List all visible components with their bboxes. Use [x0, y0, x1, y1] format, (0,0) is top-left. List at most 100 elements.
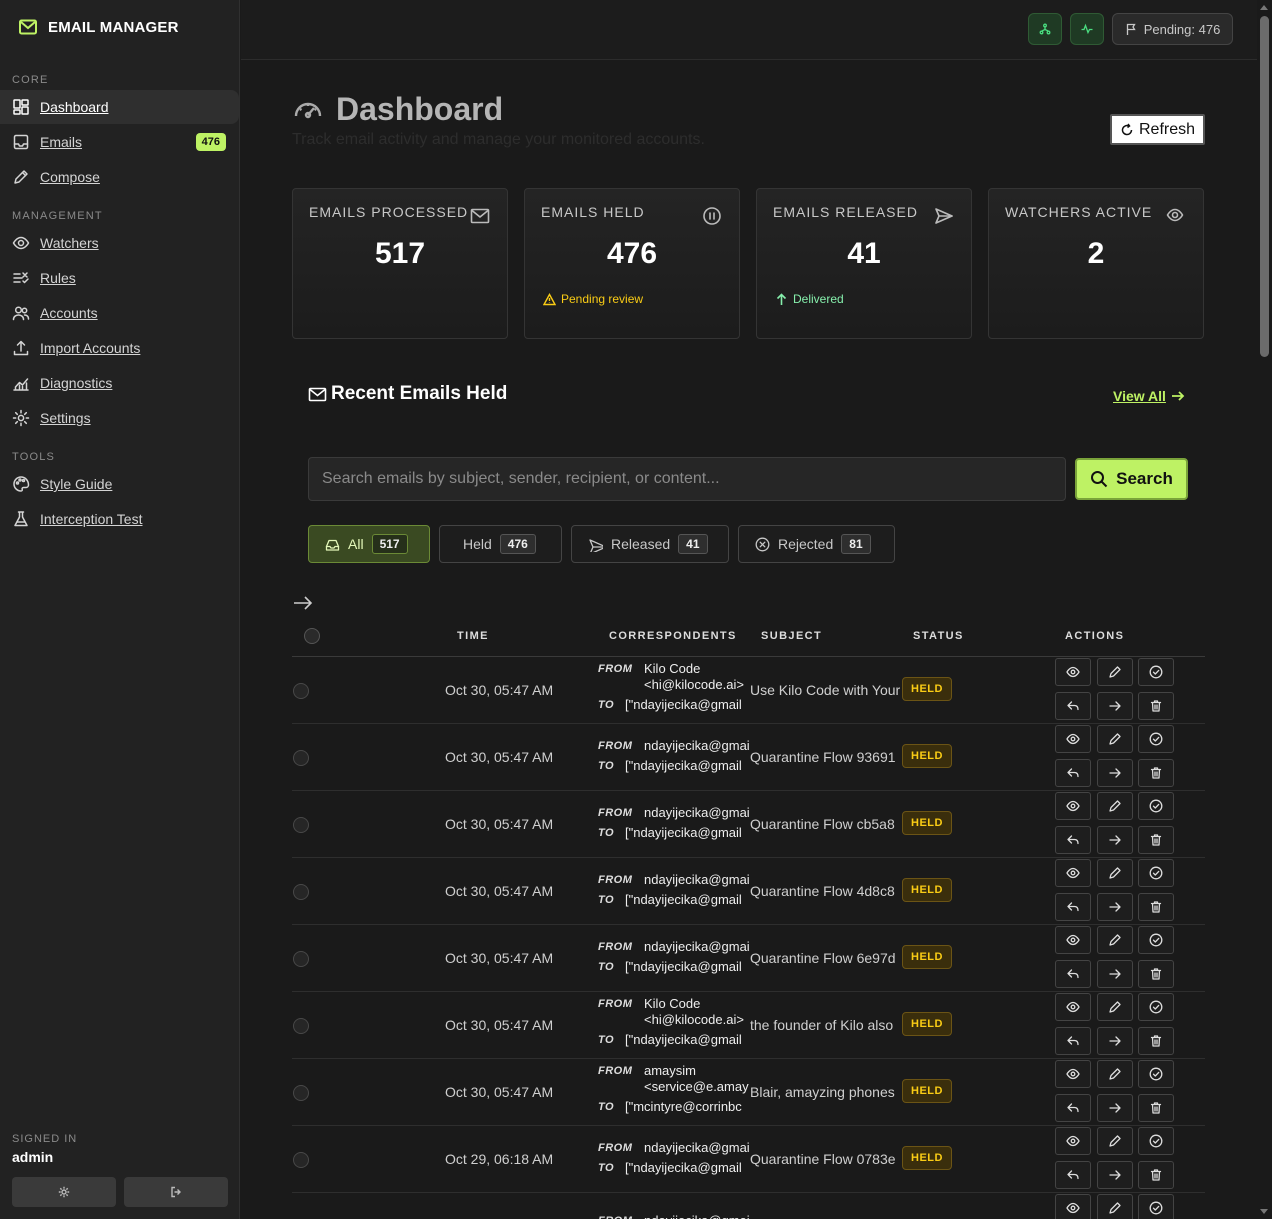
row-subject[interactable]: Quarantine Flow 6e97d: [750, 950, 902, 966]
sidebar-item-compose[interactable]: Compose: [0, 160, 239, 194]
delete-button[interactable]: [1138, 692, 1174, 720]
scrollbar[interactable]: [1257, 0, 1272, 1219]
view-button[interactable]: [1055, 658, 1091, 686]
edit-button[interactable]: [1097, 725, 1133, 753]
scroll-up-arrow[interactable]: [1260, 5, 1268, 10]
row-subject[interactable]: Quarantine Flow 4d8c8: [750, 883, 902, 899]
sidebar-item-settings[interactable]: Settings: [0, 401, 239, 435]
pending-button[interactable]: Pending: 476: [1112, 13, 1233, 45]
forward-button[interactable]: [1097, 893, 1133, 921]
edit-button[interactable]: [1097, 859, 1133, 887]
table-row[interactable]: Oct 30, 05:47 AM FROM Kilo Code <hi@kilocod…: [292, 992, 1205, 1059]
view-all-link[interactable]: View All: [1113, 388, 1186, 404]
row-checkbox[interactable]: [293, 750, 309, 766]
reply-button[interactable]: [1055, 692, 1091, 720]
sidebar-item-diagnostics[interactable]: Diagnostics: [0, 366, 239, 400]
approve-button[interactable]: [1138, 1127, 1174, 1155]
filter-all[interactable]: All 517: [308, 525, 430, 563]
row-subject[interactable]: Use Kilo Code with Your: [750, 682, 902, 698]
sidebar-item-import-accounts[interactable]: Import Accounts: [0, 331, 239, 365]
search-button[interactable]: Search: [1075, 458, 1188, 500]
filter-released[interactable]: Released 41: [571, 525, 729, 563]
logout-button[interactable]: [124, 1177, 228, 1207]
network-status-button[interactable]: [1028, 13, 1062, 45]
reply-button[interactable]: [1055, 1161, 1091, 1189]
row-subject[interactable]: Quarantine Flow 93691: [750, 749, 902, 765]
table-row[interactable]: Oct 30, 05:47 AM FROM ndayijecika@gmail TO […: [292, 791, 1205, 858]
reply-button[interactable]: [1055, 826, 1091, 854]
reply-button[interactable]: [1055, 759, 1091, 787]
filter-held[interactable]: Held 476: [439, 525, 562, 563]
reply-button[interactable]: [1055, 1094, 1091, 1122]
reply-button[interactable]: [1055, 1027, 1091, 1055]
sidebar-item-rules[interactable]: Rules: [0, 261, 239, 295]
approve-button[interactable]: [1138, 725, 1174, 753]
reply-button[interactable]: [1055, 960, 1091, 988]
sidebar-item-dashboard[interactable]: Dashboard: [0, 90, 239, 124]
forward-button[interactable]: [1097, 1027, 1133, 1055]
edit-button[interactable]: [1097, 1194, 1133, 1219]
row-subject[interactable]: Quarantine Flow 0783e: [750, 1151, 902, 1167]
row-checkbox[interactable]: [293, 1152, 309, 1168]
sidebar-item-emails[interactable]: Emails 476: [0, 125, 239, 159]
reply-button[interactable]: [1055, 893, 1091, 921]
settings-button[interactable]: [12, 1177, 116, 1207]
forward-button[interactable]: [1097, 1094, 1133, 1122]
approve-button[interactable]: [1138, 859, 1174, 887]
delete-button[interactable]: [1138, 893, 1174, 921]
delete-button[interactable]: [1138, 960, 1174, 988]
forward-button[interactable]: [1097, 1161, 1133, 1189]
view-button[interactable]: [1055, 859, 1091, 887]
approve-button[interactable]: [1138, 1060, 1174, 1088]
table-row[interactable]: Oct 30, 05:47 AM FROM amaysim <service@e.am…: [292, 1059, 1205, 1126]
table-row[interactable]: Oct 30, 05:47 AM FROM ndayijecika@gmail TO […: [292, 925, 1205, 992]
forward-button[interactable]: [1097, 826, 1133, 854]
view-button[interactable]: [1055, 993, 1091, 1021]
col-subject[interactable]: SUBJECT: [761, 630, 822, 642]
row-subject[interactable]: Quarantine Flow cb5a8: [750, 816, 902, 832]
approve-button[interactable]: [1138, 658, 1174, 686]
sidebar-item-interception-test[interactable]: Interception Test: [0, 502, 239, 536]
edit-button[interactable]: [1097, 993, 1133, 1021]
table-row[interactable]: Oct 30, 05:47 AM FROM ndayijecika@gmail TO […: [292, 724, 1205, 791]
view-button[interactable]: [1055, 1060, 1091, 1088]
row-checkbox[interactable]: [293, 1085, 309, 1101]
search-input[interactable]: [308, 457, 1066, 501]
col-time[interactable]: TIME: [457, 630, 489, 642]
row-checkbox[interactable]: [293, 817, 309, 833]
scroll-thumb[interactable]: [1260, 16, 1269, 357]
delete-button[interactable]: [1138, 826, 1174, 854]
edit-button[interactable]: [1097, 792, 1133, 820]
table-row[interactable]: Oct 30, 05:47 AM FROM Kilo Code <hi@kilocod…: [292, 657, 1205, 724]
delete-button[interactable]: [1138, 1027, 1174, 1055]
approve-button[interactable]: [1138, 993, 1174, 1021]
delete-button[interactable]: [1138, 759, 1174, 787]
select-all-checkbox[interactable]: [304, 628, 320, 644]
forward-button[interactable]: [1097, 692, 1133, 720]
row-checkbox[interactable]: [293, 683, 309, 699]
brand[interactable]: EMAIL MANAGER: [0, 0, 239, 54]
sidebar-item-style-guide[interactable]: Style Guide: [0, 467, 239, 501]
approve-button[interactable]: [1138, 926, 1174, 954]
sidebar-item-watchers[interactable]: Watchers: [0, 226, 239, 260]
row-checkbox[interactable]: [293, 951, 309, 967]
view-button[interactable]: [1055, 1194, 1091, 1219]
row-subject[interactable]: Blair, amayzing phones: [750, 1084, 902, 1100]
delete-button[interactable]: [1138, 1094, 1174, 1122]
row-subject[interactable]: the founder of Kilo also: [750, 1017, 902, 1033]
row-checkbox[interactable]: [293, 1018, 309, 1034]
sidebar-item-accounts[interactable]: Accounts: [0, 296, 239, 330]
row-checkbox[interactable]: [293, 884, 309, 900]
edit-button[interactable]: [1097, 926, 1133, 954]
view-button[interactable]: [1055, 926, 1091, 954]
refresh-button[interactable]: Refresh: [1110, 114, 1205, 145]
forward-button[interactable]: [1097, 759, 1133, 787]
view-button[interactable]: [1055, 725, 1091, 753]
table-row[interactable]: FROMndayijecika@gmail: [292, 1193, 1205, 1219]
scroll-down-arrow[interactable]: [1260, 1209, 1268, 1214]
col-status[interactable]: STATUS: [913, 630, 964, 642]
filter-rejected[interactable]: Rejected 81: [738, 525, 895, 563]
edit-button[interactable]: [1097, 1060, 1133, 1088]
view-button[interactable]: [1055, 1127, 1091, 1155]
approve-button[interactable]: [1138, 1194, 1174, 1219]
